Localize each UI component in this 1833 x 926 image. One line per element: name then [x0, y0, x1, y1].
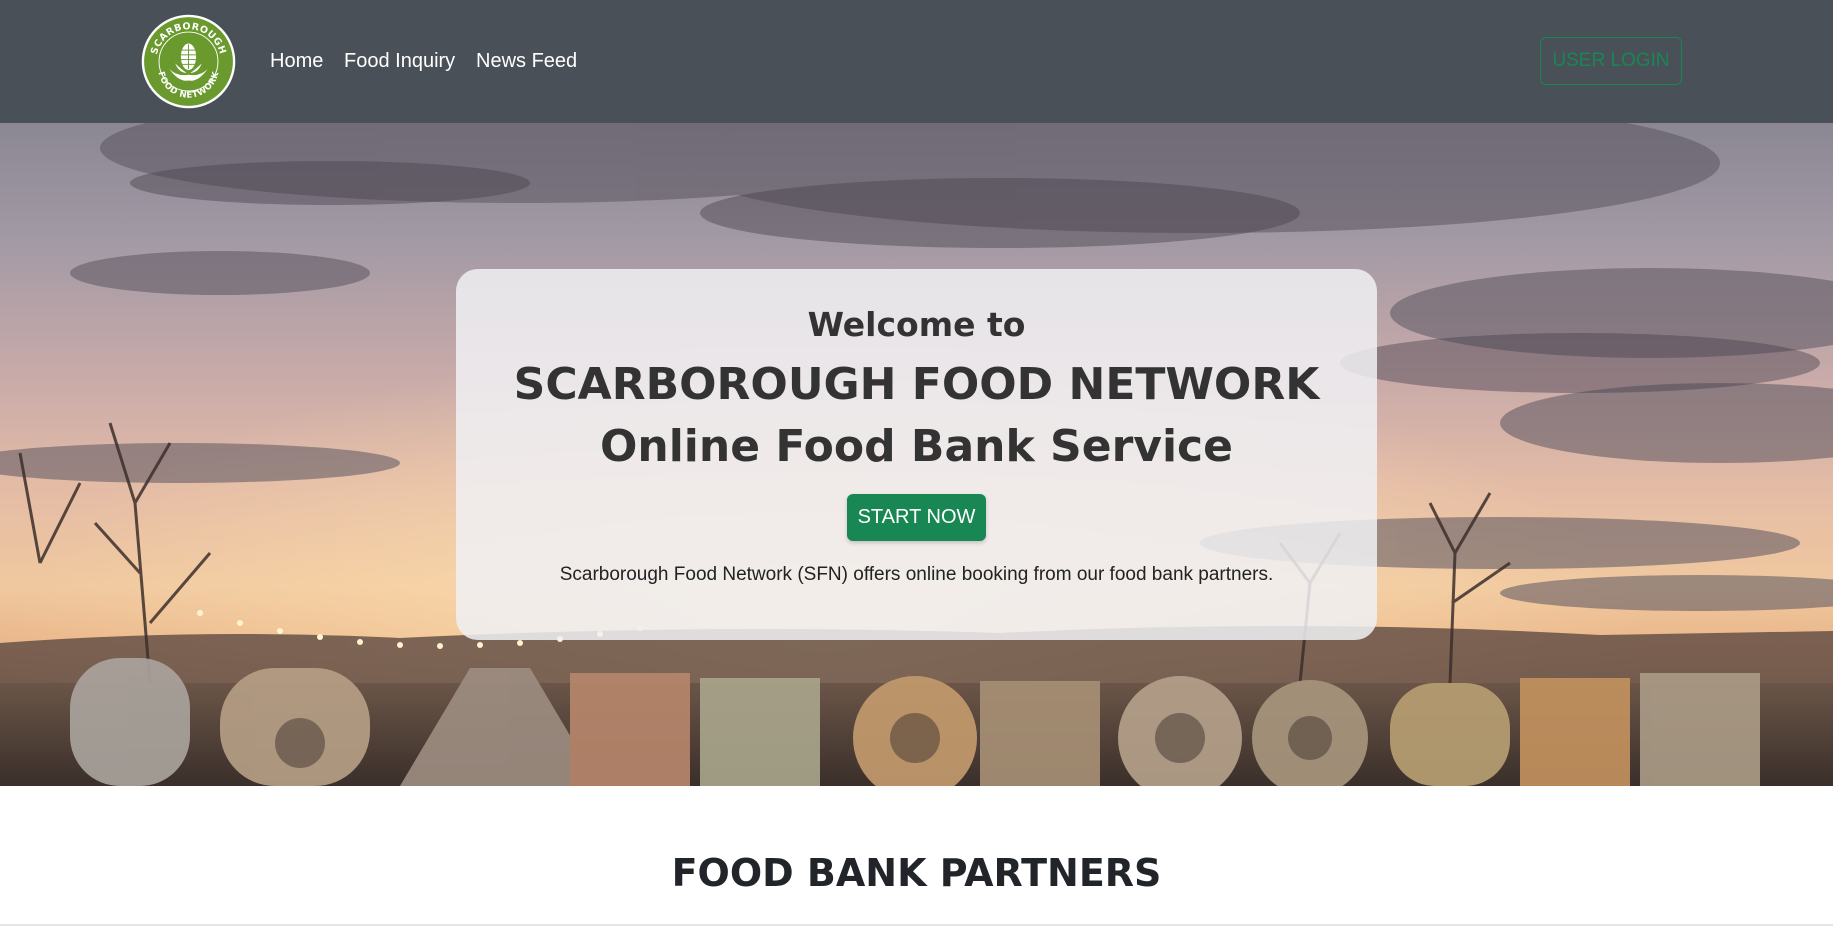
hero-description: Scarborough Food Network (SFN) offers on…: [559, 564, 1274, 585]
start-now-button[interactable]: START NOW: [847, 494, 986, 541]
nav-link-food-inquiry[interactable]: Food Inquiry: [344, 49, 455, 73]
corn-logo-icon: SCARBOROUGH FOOD NETWORK: [141, 14, 236, 109]
user-login-button[interactable]: USER LOGIN: [1540, 37, 1682, 85]
welcome-card: Welcome to SCARBOROUGH FOOD NETWORK Onli…: [456, 269, 1377, 640]
nav-link-news-feed[interactable]: News Feed: [476, 49, 577, 73]
nav-link-home[interactable]: Home: [270, 49, 323, 73]
navbar: SCARBOROUGH FOOD NETWORK Home Food Inqui…: [0, 0, 1833, 123]
hero-title-line-2: Online Food Bank Service: [600, 421, 1233, 472]
hero-title-line-1: SCARBOROUGH FOOD NETWORK: [513, 359, 1320, 410]
hero-banner: Welcome to SCARBOROUGH FOOD NETWORK Onli…: [0, 123, 1833, 786]
sfn-logo[interactable]: SCARBOROUGH FOOD NETWORK: [141, 14, 236, 109]
welcome-heading: Welcome to: [807, 305, 1026, 344]
food-bank-partners-heading: FOOD BANK PARTNERS: [671, 851, 1162, 895]
